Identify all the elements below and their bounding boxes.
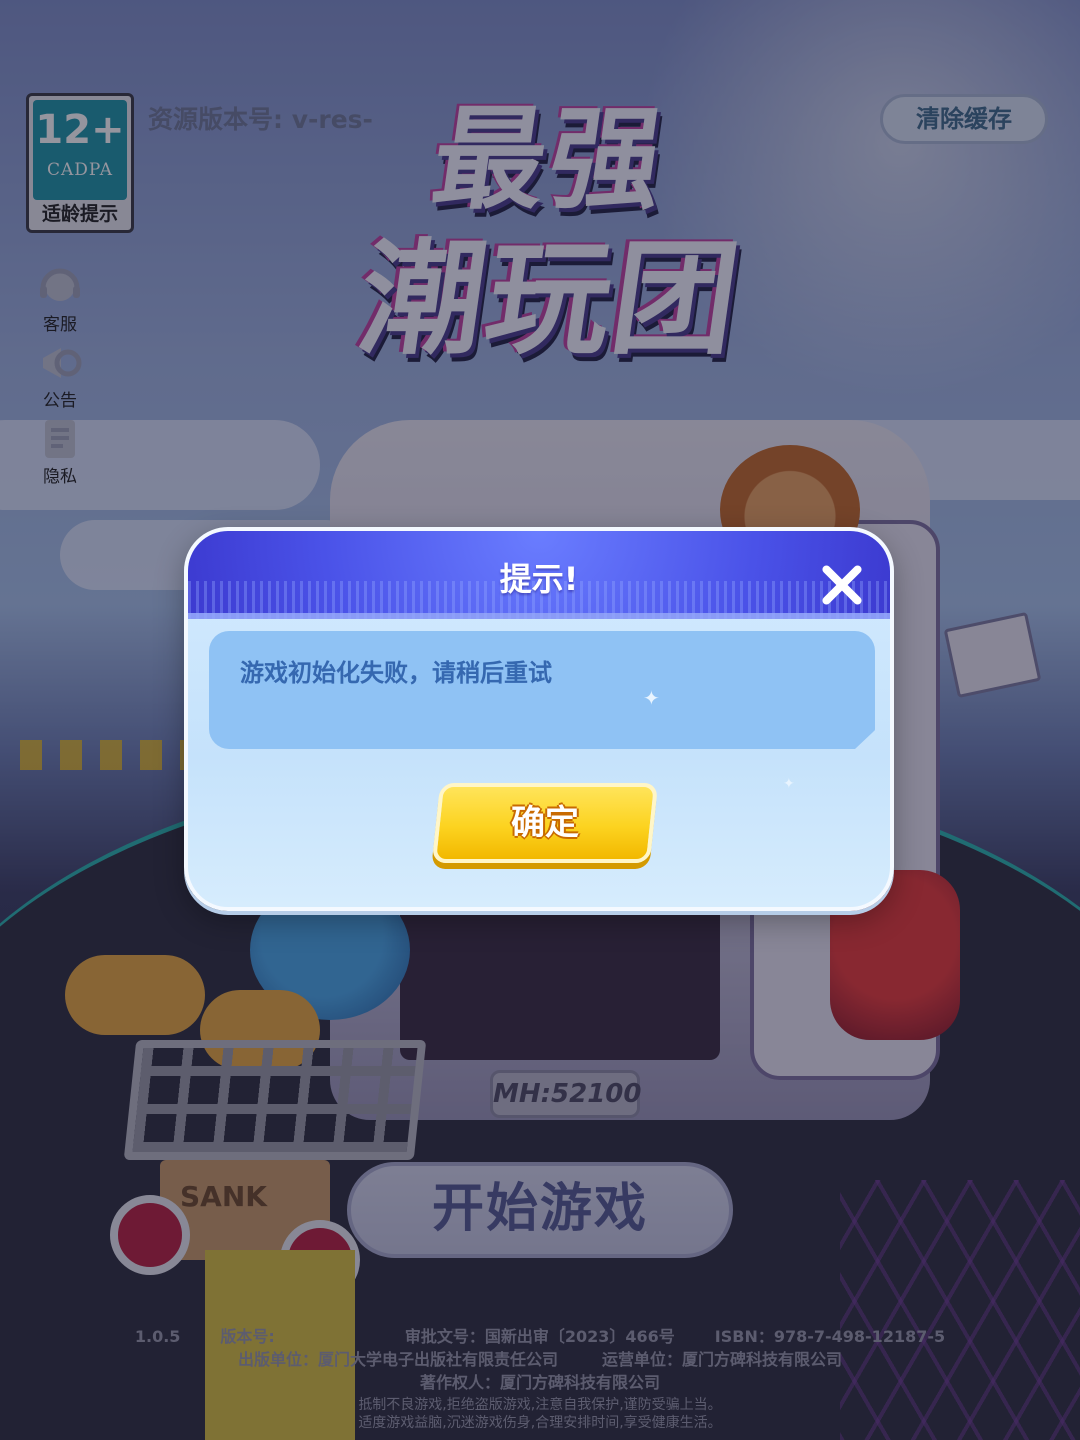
sparkle-icon: ✦: [783, 776, 795, 792]
sparkle-icon: ✦: [643, 686, 660, 710]
confirm-button-label[interactable]: 确定: [436, 783, 654, 863]
error-dialog: 提示! 游戏初始化失败，请稍后重试 ✦ ✦ 确定: [184, 527, 894, 911]
close-icon[interactable]: [818, 561, 864, 607]
message-panel: [209, 631, 875, 749]
dialog-title: 提示!: [499, 560, 579, 598]
dialog-message: 游戏初始化失败，请稍后重试: [240, 659, 552, 687]
